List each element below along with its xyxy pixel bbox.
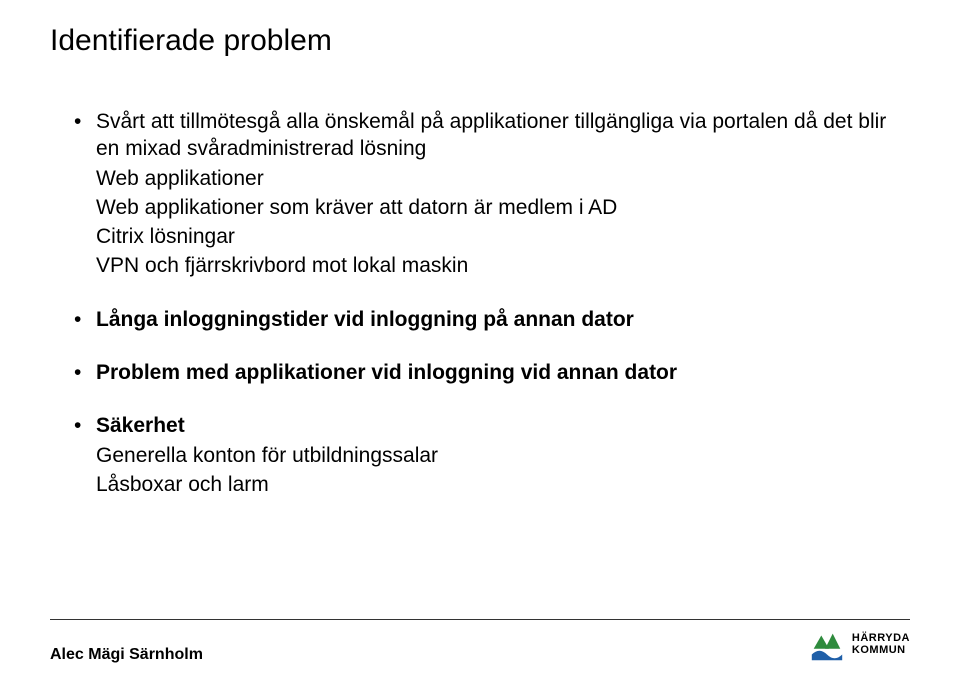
list-item: Långa inloggningstider vid inloggning på… bbox=[70, 306, 910, 333]
list-item: Problem med applikationer vid inloggning… bbox=[70, 359, 910, 386]
content-area: Svårt att tillmötesgå alla önskemål på a… bbox=[50, 108, 910, 498]
author-name: Alec Mägi Särnholm bbox=[50, 646, 203, 664]
page-title: Identifierade problem bbox=[50, 24, 910, 58]
list-item: Svårt att tillmötesgå alla önskemål på a… bbox=[70, 108, 910, 280]
bullet-lead: Svårt att tillmötesgå alla önskemål på a… bbox=[96, 110, 886, 160]
bullet-lead: Problem med applikationer vid inloggning… bbox=[96, 361, 677, 384]
bullet-lead: Säkerhet bbox=[96, 414, 185, 437]
bullet-lead: Långa inloggningstider vid inloggning på… bbox=[96, 308, 634, 331]
logo: HÄRRYDA KOMMUN bbox=[808, 626, 910, 664]
sub-line: Generella konton för utbildningssalar bbox=[96, 442, 910, 469]
sub-line: Citrix lösningar bbox=[96, 223, 910, 250]
logo-icon bbox=[808, 626, 846, 664]
footer: Alec Mägi Särnholm HÄRRYDA KOMMUN bbox=[0, 626, 960, 664]
sub-line: Låsboxar och larm bbox=[96, 471, 910, 498]
list-item: Säkerhet Generella konton för utbildning… bbox=[70, 412, 910, 498]
footer-divider bbox=[50, 619, 910, 620]
sub-line: Web applikationer bbox=[96, 165, 910, 192]
sub-line: VPN och fjärrskrivbord mot lokal maskin bbox=[96, 252, 910, 279]
logo-line-2: KOMMUN bbox=[852, 645, 910, 657]
bullet-list: Svårt att tillmötesgå alla önskemål på a… bbox=[70, 108, 910, 498]
logo-text: HÄRRYDA KOMMUN bbox=[852, 633, 910, 656]
sub-line: Web applikationer som kräver att datorn … bbox=[96, 194, 910, 221]
slide: Identifierade problem Svårt att tillmöte… bbox=[0, 0, 960, 682]
